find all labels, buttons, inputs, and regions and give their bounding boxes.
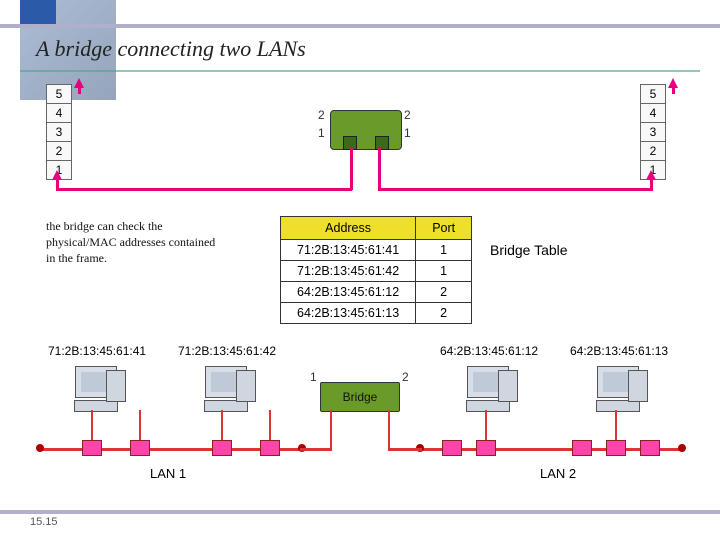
drop-cable (269, 410, 271, 440)
port-label: 1 (310, 370, 317, 384)
terminator-icon (36, 444, 44, 452)
top-divider (0, 24, 720, 28)
arrow-up-icon (646, 170, 656, 180)
cable (378, 188, 653, 191)
bus-node (442, 440, 462, 456)
arrow-up-icon (52, 170, 62, 180)
port-label: 1 (404, 126, 411, 140)
drop-cable (388, 448, 422, 451)
bridge-table: AddressPort 71:2B:13:45:61:411 71:2B:13:… (280, 216, 472, 324)
bus-node (606, 440, 626, 456)
port-label: 2 (402, 370, 409, 384)
table-header: Port (416, 217, 472, 240)
table-row: 71:2B:13:45:61:421 (281, 261, 472, 282)
cable (56, 188, 352, 191)
osi-layer: 5 (46, 84, 72, 103)
mac-address: 71:2B:13:45:61:41 (48, 344, 146, 358)
mac-address: 71:2B:13:45:61:42 (178, 344, 276, 358)
mac-address: 64:2B:13:45:61:12 (440, 344, 538, 358)
computer-icon (592, 366, 644, 412)
osi-layer: 2 (640, 141, 666, 160)
table-header: Address (281, 217, 416, 240)
drop-cable (485, 410, 487, 440)
terminator-icon (678, 444, 686, 452)
logo-accent (20, 0, 56, 26)
bus-node (572, 440, 592, 456)
cable (350, 148, 353, 190)
osi-stack-right: 5 4 3 2 1 (640, 84, 666, 180)
bridge-device-bottom: Bridge (320, 382, 400, 412)
page-number: 15.15 (30, 516, 58, 528)
arrow-up-icon (74, 78, 84, 88)
bus-node (130, 440, 150, 456)
bus-node (476, 440, 496, 456)
osi-layer: 3 (46, 122, 72, 141)
osi-layer: 5 (640, 84, 666, 103)
bridge-table-label: Bridge Table (490, 242, 568, 258)
port-label: 2 (404, 108, 411, 122)
drop-cable (388, 410, 390, 450)
computer-icon (70, 366, 122, 412)
lan-label: LAN 2 (540, 466, 576, 481)
arrow-up-icon (668, 78, 678, 88)
bridge-device-top (330, 110, 402, 150)
drop-cable (330, 410, 332, 450)
table-row: 71:2B:13:45:61:411 (281, 240, 472, 261)
bottom-divider (0, 510, 720, 514)
drop-cable (91, 410, 93, 440)
slide-title: A bridge connecting two LANs (36, 36, 306, 62)
osi-layer: 4 (640, 103, 666, 122)
bus-node (82, 440, 102, 456)
drop-cable (615, 410, 617, 440)
osi-layer: 4 (46, 103, 72, 122)
bus-node (260, 440, 280, 456)
table-row: 64:2B:13:45:61:132 (281, 303, 472, 324)
drop-cable (139, 410, 141, 440)
lan-label: LAN 1 (150, 466, 186, 481)
computer-icon (200, 366, 252, 412)
bus-node (212, 440, 232, 456)
computer-icon (462, 366, 514, 412)
explanatory-note: the bridge can check the physical/MAC ad… (46, 218, 216, 267)
cable (378, 148, 381, 190)
osi-layer: 2 (46, 141, 72, 160)
drop-cable (221, 410, 223, 440)
osi-stack-left: 5 4 3 2 1 (46, 84, 72, 180)
bus-node (640, 440, 660, 456)
drop-cable (300, 448, 332, 451)
osi-layer: 3 (640, 122, 666, 141)
port-label: 1 (318, 126, 325, 140)
table-row: 64:2B:13:45:61:122 (281, 282, 472, 303)
title-underline (20, 70, 700, 72)
mac-address: 64:2B:13:45:61:13 (570, 344, 668, 358)
port-label: 2 (318, 108, 325, 122)
